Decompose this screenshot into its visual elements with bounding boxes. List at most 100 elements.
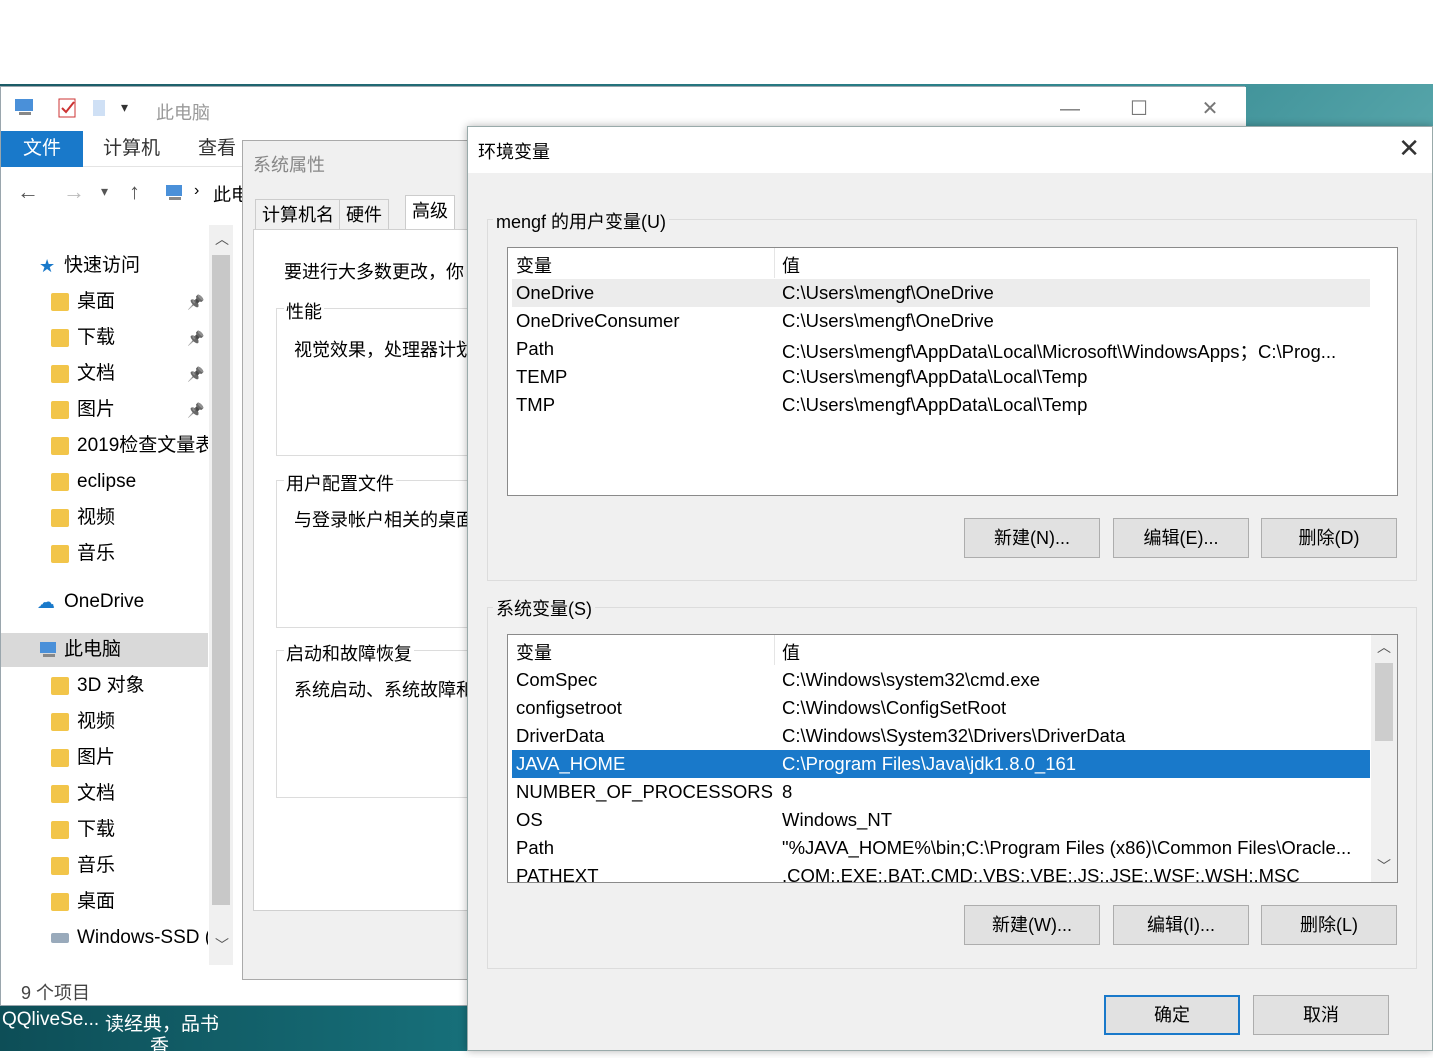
variable-value: .COM;.EXE;.BAT;.CMD;.VBS;.VBE;.JS;.JSE;.… [782,865,1300,883]
scroll-down-icon[interactable]: ﹀ [1371,856,1397,880]
folder-icon [51,473,69,491]
variable-row[interactable]: Path C:\Users\mengf\AppData\Local\Microso… [512,335,1370,363]
close-button[interactable]: ✕ [1187,93,1233,125]
nav-item[interactable]: 文档 📌 [1,357,208,391]
variable-row[interactable]: TMP C:\Users\mengf\AppData\Local\Temp [512,391,1370,419]
explorer-titlebar: ▾ 此电脑 — ☐ ✕ [1,87,1246,131]
user-new-button[interactable]: 新建(N)... [964,518,1100,558]
variable-row[interactable]: TEMP C:\Users\mengf\AppData\Local\Temp [512,363,1370,391]
nav-item-label: 2019检查文量表 [77,435,208,456]
nav-item[interactable]: 视频 [1,501,208,535]
variable-row[interactable]: configsetroot C:\Windows\ConfigSetRoot [512,694,1370,722]
nav-this-pc[interactable]: 此电脑 [1,633,208,667]
nav-pc-item[interactable]: 桌面 [1,885,208,919]
col-value[interactable]: 值 [782,252,800,278]
system-vars-header: 变量 值 [508,635,1370,665]
tab-hardware[interactable]: 硬件 [339,199,389,229]
system-vars-scrollbar-thumb[interactable] [1375,663,1393,741]
pin-icon[interactable]: 📌 [187,357,204,391]
environment-variables-dialog: 环境变量 ✕ mengf 的用户变量(U) 变量 值 OneDrive C:\Us… [467,126,1433,1051]
nav-pc-item[interactable]: 视频 [1,705,208,739]
variable-row[interactable]: ComSpec C:\Windows\system32\cmd.exe [512,666,1370,694]
variable-row[interactable]: OneDrive C:\Users\mengf\OneDrive [512,279,1370,307]
variable-row[interactable]: OneDriveConsumer C:\Users\mengf\OneDrive [512,307,1370,335]
folder-icon [51,401,69,419]
scroll-up-icon[interactable]: ︿ [1371,637,1397,661]
variable-name: TEMP [516,366,568,387]
quick-access-dropdown-icon[interactable]: ▾ [121,99,128,116]
back-arrow-icon[interactable]: ← [17,179,39,205]
system-new-button[interactable]: 新建(W)... [964,905,1100,945]
nav-pc-item[interactable]: Windows-SSD ( [1,921,208,955]
nav-pc-item[interactable]: 下载 [1,813,208,847]
taskbar-item-qqlive[interactable]: QQliveSe... [2,1009,99,1031]
tab-file[interactable]: 文件 [1,131,84,167]
user-vars-list[interactable]: 变量 值 OneDrive C:\Users\mengf\OneDrive OneD… [507,247,1398,496]
tab-advanced[interactable]: 高级 [405,195,455,229]
cancel-button[interactable]: 取消 [1253,995,1389,1035]
nav-pc-item[interactable]: 音乐 [1,849,208,883]
variable-row[interactable]: DriverData C:\Windows\System32\Drivers\Dr… [512,722,1370,750]
pin-icon[interactable]: 📌 [187,285,204,319]
folder-pin-icon[interactable] [91,97,107,119]
col-variable[interactable]: 变量 [516,252,552,278]
maximize-button[interactable]: ☐ [1116,93,1162,125]
nav-pc-item[interactable]: 图片 [1,741,208,775]
folder-icon [51,821,69,839]
column-divider[interactable] [774,248,775,278]
recent-dropdown-icon[interactable]: ▾ [101,183,108,200]
nav-onedrive[interactable]: ☁ OneDrive [1,585,208,619]
nav-item-label: 文档 [77,363,116,384]
nav-item-label: 音乐 [77,855,116,876]
system-vars-scrollbar[interactable]: ︿ ﹀ [1371,635,1397,882]
nav-onedrive-label: OneDrive [64,591,145,612]
col-variable[interactable]: 变量 [516,639,552,665]
variable-value: C:\Users\mengf\AppData\Local\Temp [782,394,1088,415]
nav-item[interactable]: 下载 📌 [1,321,208,355]
nav-item[interactable]: 桌面 📌 [1,285,208,319]
tab-computer-name[interactable]: 计算机名 [255,199,341,229]
nav-item[interactable]: 音乐 [1,537,208,571]
variable-name: NUMBER_OF_PROCESSORS [516,781,773,802]
user-edit-button[interactable]: 编辑(E)... [1113,518,1249,558]
variable-row[interactable]: PATHEXT .COM;.EXE;.BAT;.CMD;.VBS;.VBE;.JS… [512,862,1370,883]
pin-icon[interactable]: 📌 [187,393,204,427]
nav-pc-item[interactable]: 3D 对象 [1,669,208,703]
sysprop-title: 系统属性 [253,155,325,175]
system-vars-list[interactable]: 变量 值 ComSpec C:\Windows\system32\cmd.exe c… [507,634,1398,883]
nav-pc-item[interactable]: 文档 [1,777,208,811]
ok-button[interactable]: 确定 [1104,995,1240,1035]
user-delete-button[interactable]: 删除(D) [1261,518,1397,558]
minimize-button[interactable]: — [1047,93,1093,125]
tab-computer[interactable]: 计算机 [81,131,182,167]
col-value[interactable]: 值 [782,639,800,665]
up-arrow-icon[interactable]: ↑ [129,179,140,205]
nav-item[interactable]: 图片 📌 [1,393,208,427]
variable-row[interactable]: NUMBER_OF_PROCESSORS 8 [512,778,1370,806]
forward-arrow-icon[interactable]: → [63,179,85,205]
column-divider[interactable] [774,635,775,665]
breadcrumb-chevron-icon[interactable]: › [194,182,199,200]
nav-item[interactable]: eclipse [1,465,208,499]
system-delete-button[interactable]: 删除(L) [1261,905,1397,945]
user-profiles-group [276,480,496,628]
cloud-icon: ☁ [37,592,55,612]
sysprop-tabs: 计算机名 硬件 高级 [253,195,483,229]
scroll-down-icon[interactable]: ﹀ [215,935,229,955]
variable-name: TMP [516,394,556,415]
nav-quick-access[interactable]: ★ 快速访问 [1,249,208,283]
scroll-up-icon[interactable]: ︿ [215,229,229,249]
nav-this-pc-label: 此电脑 [64,639,122,660]
variable-row[interactable]: OS Windows_NT [512,806,1370,834]
system-edit-button[interactable]: 编辑(I)... [1113,905,1249,945]
nav-scrollbar[interactable]: ︿ ﹀ [209,225,233,965]
properties-icon[interactable] [57,97,79,119]
nav-scrollbar-thumb[interactable] [212,255,230,905]
env-close-icon[interactable]: ✕ [1398,133,1420,164]
variable-value: C:\Users\mengf\OneDrive [782,310,994,331]
variable-row[interactable]: Path "%JAVA_HOME%\bin;C:\Program Files (x… [512,834,1370,862]
variable-row[interactable]: JAVA_HOME C:\Program Files\Java\jdk1.8.0_… [512,750,1370,778]
nav-item[interactable]: 2019检查文量表 [1,429,208,463]
taskbar[interactable]: QQliveSe... 读经典，品书 香 [0,1005,470,1057]
pin-icon[interactable]: 📌 [187,321,204,355]
